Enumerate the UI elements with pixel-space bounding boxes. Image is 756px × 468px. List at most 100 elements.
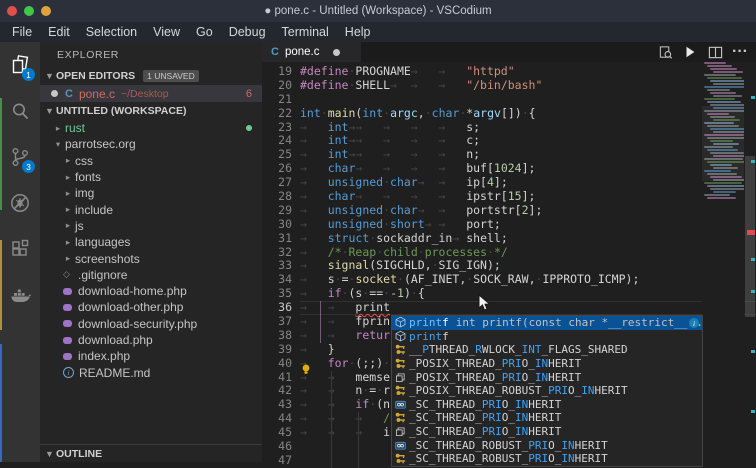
line-number: 31: [278, 230, 292, 245]
tree-folder-rust[interactable]: ▸ rust: [40, 120, 262, 136]
tree-folder-languages[interactable]: ▸ languages: [40, 234, 262, 250]
suggestion-item-8[interactable]: _SC_THREAD_PRIO_INHERIT: [392, 425, 702, 439]
info-marker: [751, 410, 755, 413]
menu-item-help[interactable]: Help: [337, 25, 379, 39]
suggestion-info-icon[interactable]: i: [689, 318, 699, 328]
tree-item-label: img: [75, 186, 95, 201]
suggestion-item-2[interactable]: __PTHREAD_RWLOCK_INT_FLAGS_SHARED: [392, 343, 702, 357]
line-number: 32: [278, 244, 292, 259]
code-line-33: → signal(SIGCHLD,·SIG_IGN);: [300, 258, 501, 273]
suggestion-detail: int printf(const char *__restrict__ …: [455, 316, 701, 330]
editor-tab-bar: C pone.c ···: [262, 42, 756, 62]
extensions-activity-button[interactable]: [0, 226, 40, 272]
minimap-visible-region: [702, 106, 744, 181]
code-line-20: #define·SHELL→ → → "/bin/bash": [300, 77, 543, 92]
extensions-icon: [12, 239, 29, 256]
suggestion-label: _SC_THREAD_PRIO_INHERIT: [409, 397, 562, 411]
tree-file-index.php[interactable]: index.php: [40, 348, 262, 364]
split-editor-icon[interactable]: [707, 44, 723, 60]
minimap-line: [710, 68, 738, 70]
line-number: 25: [278, 147, 292, 162]
menu-item-selection[interactable]: Selection: [78, 25, 145, 39]
tree-folder-img[interactable]: ▸ img: [40, 185, 262, 201]
tree-file-download-security.php[interactable]: download-security.php: [40, 316, 262, 332]
suggestion-item-5[interactable]: _POSIX_THREAD_ROBUST_PRIO_INHERIT: [392, 384, 702, 398]
workspace-header[interactable]: ▼ UNTITLED (WORKSPACE): [40, 102, 262, 120]
tab-pone-c[interactable]: C pone.c: [262, 42, 361, 62]
macro-suggestion-icon: [392, 343, 409, 356]
suggestion-label: printf: [409, 329, 449, 343]
suggestion-item-0[interactable]: printf int printf(const char *__restrict_…: [392, 316, 702, 330]
code-line-25: → int→→ → → → n;: [300, 147, 481, 162]
debug-icon: [11, 194, 29, 212]
tree-file-.gitignore[interactable]: ◇ .gitignore: [40, 267, 262, 283]
tree-folder-css[interactable]: ▸ css: [40, 153, 262, 169]
explorer-badge: 1: [22, 68, 35, 81]
more-actions-icon[interactable]: ···: [732, 43, 748, 60]
code-line-35: → if·(s·==·-1)·{: [300, 286, 425, 301]
menu-item-edit[interactable]: Edit: [40, 25, 78, 39]
menu-item-debug[interactable]: Debug: [221, 25, 274, 39]
menu-item-view[interactable]: View: [145, 25, 188, 39]
source-control-activity-button[interactable]: 3: [0, 134, 40, 180]
debug-activity-button[interactable]: [0, 180, 40, 226]
docker-activity-button[interactable]: [0, 272, 40, 318]
tree-item-label: .gitignore: [78, 267, 128, 282]
info-marker: [751, 350, 755, 353]
open-editors-header[interactable]: ▼ OPEN EDITORS 1 UNSAVED: [40, 67, 262, 85]
suggestion-item-6[interactable]: _SC_THREAD_PRIO_INHERIT: [392, 398, 702, 412]
explorer-activity-button[interactable]: 1: [0, 42, 40, 88]
suggestion-item-4[interactable]: _POSIX_THREAD_PRIO_INHERIT: [392, 370, 702, 384]
minimap-line: [707, 185, 744, 187]
active-indent-guide: [320, 328, 321, 343]
macro-suggestion-icon: [392, 411, 409, 424]
tree-folder-include[interactable]: ▸ include: [40, 201, 262, 217]
minimap[interactable]: [702, 62, 744, 462]
chevron-down-icon: ▼: [45, 71, 54, 81]
c-file-icon: C: [65, 87, 73, 100]
line-number: 45: [278, 425, 292, 440]
struct-suggestion-icon: [392, 371, 409, 384]
suggestion-item-9[interactable]: _SC_THREAD_ROBUST_PRIO_INHERIT: [392, 438, 702, 452]
open-editor-item-pone-c[interactable]: C pone.c ~/Desktop 6: [40, 85, 262, 102]
tree-item-label: languages: [75, 235, 131, 250]
tree-folder-screenshots[interactable]: ▸ screenshots: [40, 250, 262, 266]
tree-file-README.md[interactable]: i README.md: [40, 364, 262, 380]
line-number: 35: [278, 286, 292, 301]
tree-folder-js[interactable]: ▸ js: [40, 218, 262, 234]
suggestion-item-10[interactable]: _SC_THREAD_ROBUST_PRIO_INHERIT: [392, 452, 702, 466]
menu-item-file[interactable]: File: [4, 25, 40, 39]
line-number: 30: [278, 216, 292, 231]
tree-item-label: rust: [65, 121, 86, 136]
tree-file-download.php[interactable]: download.php: [40, 332, 262, 348]
minimap-line: [713, 95, 742, 97]
suggestion-item-3[interactable]: _POSIX_THREAD_PRIO_INHERIT: [392, 357, 702, 371]
menu-item-terminal[interactable]: Terminal: [274, 25, 337, 39]
tree-file-download-other.php[interactable]: download-other.php: [40, 299, 262, 315]
tree-file-download-home.php[interactable]: download-home.php: [40, 283, 262, 299]
macro-suggestion-icon: [392, 384, 409, 397]
menu-item-go[interactable]: Go: [188, 25, 221, 39]
line-number: 40: [278, 355, 292, 370]
suggestion-item-7[interactable]: _SC_THREAD_PRIO_INHERIT: [392, 411, 702, 425]
lightbulb-icon[interactable]: [301, 364, 311, 379]
run-icon[interactable]: [682, 44, 698, 60]
line-number: 20: [278, 77, 292, 92]
search-activity-button[interactable]: [0, 88, 40, 134]
tree-item-label: screenshots: [75, 251, 140, 266]
line-number: 36: [278, 300, 292, 315]
editor-scrollbar[interactable]: [744, 62, 756, 462]
tree-item-label: download.php: [78, 333, 153, 347]
suggestion-item-1[interactable]: printf: [392, 330, 702, 344]
open-preview-icon[interactable]: [657, 44, 673, 60]
chevron-down-icon: ▾: [55, 138, 61, 149]
problems-count-badge: 6: [245, 87, 252, 100]
c-file-icon: C: [271, 46, 279, 58]
tree-folder-parrotsec.org[interactable]: ▾ parrotsec.org: [40, 136, 262, 152]
explorer-sidebar: EXPLORER ▼ OPEN EDITORS 1 UNSAVED C pone…: [40, 42, 267, 462]
outline-header[interactable]: ▼ OUTLINE: [40, 444, 267, 462]
line-number: 43: [278, 397, 292, 412]
active-indent-guide: [320, 315, 321, 329]
tree-folder-fonts[interactable]: ▸ fonts: [40, 169, 262, 185]
